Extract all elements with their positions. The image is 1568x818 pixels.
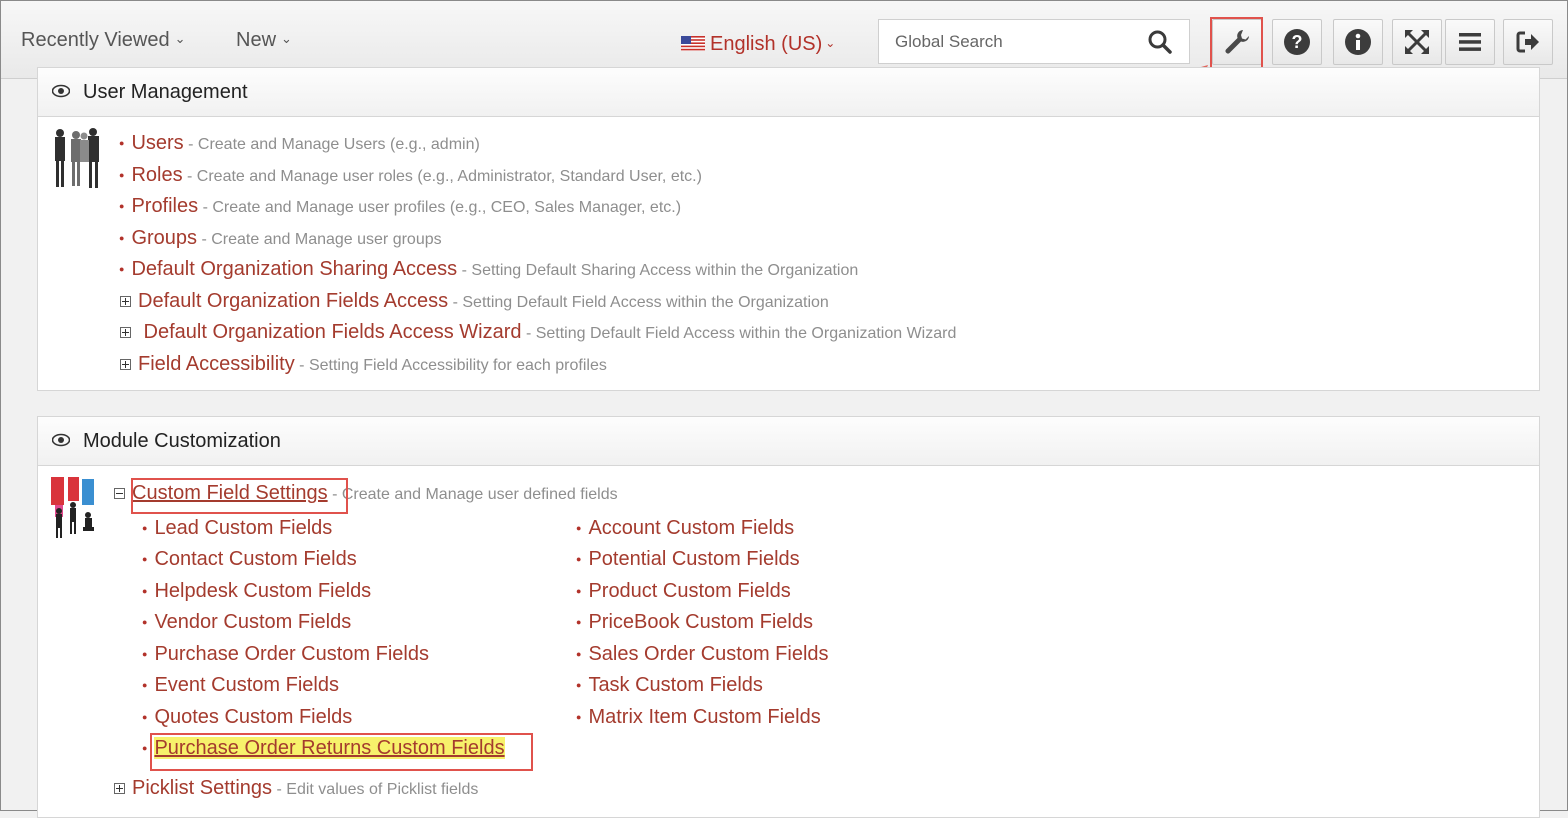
- chevron-down-icon: ⌄: [281, 31, 292, 46]
- eye-icon: [52, 84, 70, 98]
- groups-item: ● Groups - Create and Manage user groups: [119, 227, 442, 249]
- product-custom-fields-link[interactable]: Product Custom Fields: [588, 580, 790, 602]
- vendor-custom-fields-link[interactable]: Vendor Custom Fields: [154, 611, 351, 633]
- global-search-input[interactable]: [879, 20, 1155, 63]
- roles-link[interactable]: Roles: [131, 164, 182, 186]
- pricebook-custom-fields-link[interactable]: PriceBook Custom Fields: [588, 611, 813, 633]
- users-link[interactable]: Users: [131, 132, 183, 154]
- svg-text:?: ?: [1292, 32, 1303, 52]
- wrench-highlight-box: [1210, 17, 1263, 69]
- users-item: ● Users - Create and Manage Users (e.g., …: [119, 132, 480, 154]
- fields-access-wizard-link[interactable]: Default Organization Fields Access Wizar…: [138, 321, 522, 343]
- expand-plus-icon[interactable]: [120, 327, 131, 338]
- list-item: ● PriceBook Custom Fields: [576, 611, 813, 633]
- task-custom-fields-link[interactable]: Task Custom Fields: [588, 674, 763, 696]
- sign-out-icon: [1516, 31, 1539, 53]
- list-item: ● Account Custom Fields: [576, 517, 795, 539]
- roles-item: ● Roles - Create and Manage user roles (e…: [119, 164, 702, 186]
- global-search: [878, 19, 1190, 64]
- list-item: ● Vendor Custom Fields: [142, 611, 352, 633]
- expand-plus-icon[interactable]: [114, 783, 125, 794]
- sharing-access-desc: - Setting Default Sharing Access within …: [457, 262, 859, 279]
- account-custom-fields-link[interactable]: Account Custom Fields: [588, 517, 794, 539]
- expand-arrows-icon: [1405, 30, 1429, 54]
- sales-order-custom-fields-link[interactable]: Sales Order Custom Fields: [588, 643, 828, 665]
- list-item: ● Quotes Custom Fields: [142, 706, 353, 728]
- list-item: ● Purchase Order Custom Fields: [142, 643, 429, 665]
- language-selector[interactable]: English (US) ⌄: [681, 33, 835, 56]
- search-icon[interactable]: [1147, 29, 1173, 55]
- logout-button[interactable]: [1503, 19, 1553, 65]
- list-item: ● Lead Custom Fields: [142, 517, 333, 539]
- purchase-order-custom-fields-link[interactable]: Purchase Order Custom Fields: [154, 643, 429, 665]
- picklist-settings-item: Picklist Settings - Edit values of Pickl…: [114, 777, 478, 800]
- menu-button[interactable]: [1445, 19, 1495, 65]
- roles-desc: - Create and Manage user roles (e.g., Ad…: [182, 168, 702, 185]
- us-flag-icon: [681, 36, 705, 51]
- fields-access-wizard-item: Default Organization Fields Access Wizar…: [120, 321, 956, 344]
- module-customization-title: Module Customization: [83, 430, 281, 452]
- recently-viewed-menu[interactable]: Recently Viewed ⌄: [21, 29, 186, 52]
- list-item: ● Matrix Item Custom Fields: [576, 706, 821, 728]
- collapse-minus-icon[interactable]: [114, 488, 125, 499]
- field-accessibility-link[interactable]: Field Accessibility: [138, 353, 295, 375]
- users-group-icon: [55, 128, 99, 188]
- custom-field-settings-desc: - Create and Manage user defined fields: [327, 486, 618, 503]
- question-circle-icon: ?: [1284, 29, 1310, 55]
- help-button[interactable]: ?: [1272, 19, 1322, 65]
- fields-access-wizard-desc: - Setting Default Field Access within th…: [521, 325, 957, 342]
- user-management-header[interactable]: User Management: [38, 68, 1539, 117]
- recently-viewed-label: Recently Viewed: [21, 29, 170, 51]
- chevron-down-icon: ⌄: [825, 36, 836, 50]
- potential-custom-fields-link[interactable]: Potential Custom Fields: [588, 548, 799, 570]
- fields-access-item: Default Organization Fields Access - Set…: [120, 290, 829, 313]
- users-desc: - Create and Manage Users (e.g., admin): [183, 136, 480, 153]
- info-circle-icon: [1345, 29, 1371, 55]
- groups-desc: - Create and Manage user groups: [197, 231, 442, 248]
- list-item: ● Contact Custom Fields: [142, 548, 357, 570]
- fields-access-link[interactable]: Default Organization Fields Access: [138, 290, 448, 312]
- groups-link[interactable]: Groups: [131, 227, 197, 249]
- new-label: New: [236, 29, 277, 51]
- field-accessibility-desc: - Setting Field Accessibility for each p…: [294, 357, 607, 374]
- sharing-access-item: ● Default Organization Sharing Access - S…: [119, 258, 859, 280]
- expand-plus-icon[interactable]: [120, 359, 131, 370]
- quotes-custom-fields-link[interactable]: Quotes Custom Fields: [154, 706, 352, 728]
- list-item: ● Product Custom Fields: [576, 580, 791, 602]
- lead-custom-fields-link[interactable]: Lead Custom Fields: [154, 517, 332, 539]
- profiles-link[interactable]: Profiles: [131, 195, 198, 217]
- contact-custom-fields-link[interactable]: Contact Custom Fields: [154, 548, 356, 570]
- fullscreen-button[interactable]: [1392, 19, 1442, 65]
- helpdesk-custom-fields-link[interactable]: Helpdesk Custom Fields: [154, 580, 371, 602]
- expand-plus-icon[interactable]: [120, 296, 131, 307]
- list-item: ● Event Custom Fields: [142, 674, 339, 696]
- field-accessibility-item: Field Accessibility - Setting Field Acce…: [120, 353, 607, 376]
- list-item: ● Potential Custom Fields: [576, 548, 800, 570]
- picklist-settings-desc: - Edit values of Picklist fields: [272, 781, 479, 798]
- module-customization-header[interactable]: Module Customization: [38, 417, 1539, 466]
- profiles-desc: - Create and Manage user profiles (e.g.,…: [198, 199, 682, 216]
- fields-access-desc: - Setting Default Field Access within th…: [448, 294, 829, 311]
- eye-icon: [52, 433, 70, 447]
- module-customization-panel: Module Customization Custom Field Settin…: [37, 416, 1540, 818]
- matrix-item-custom-fields-link[interactable]: Matrix Item Custom Fields: [588, 706, 820, 728]
- profiles-item: ● Profiles - Create and Manage user profi…: [119, 195, 682, 217]
- hamburger-icon: [1459, 33, 1481, 51]
- new-menu[interactable]: New ⌄: [236, 29, 292, 52]
- list-item: ● Helpdesk Custom Fields: [142, 580, 372, 602]
- customization-painters-icon: [51, 477, 94, 538]
- event-custom-fields-link[interactable]: Event Custom Fields: [154, 674, 339, 696]
- user-management-panel: User Management ● Users - Create and Mana…: [37, 67, 1540, 391]
- info-button[interactable]: [1333, 19, 1383, 65]
- list-item: ● Sales Order Custom Fields: [576, 643, 829, 665]
- list-item: ● Task Custom Fields: [576, 674, 763, 696]
- sharing-access-link[interactable]: Default Organization Sharing Access: [131, 258, 457, 280]
- chevron-down-icon: ⌄: [174, 31, 186, 46]
- po-returns-highlight: [150, 733, 533, 771]
- user-management-title: User Management: [83, 81, 248, 103]
- picklist-settings-link[interactable]: Picklist Settings: [132, 777, 272, 799]
- custom-field-settings-highlight: [131, 478, 348, 514]
- language-label: English (US): [710, 33, 823, 55]
